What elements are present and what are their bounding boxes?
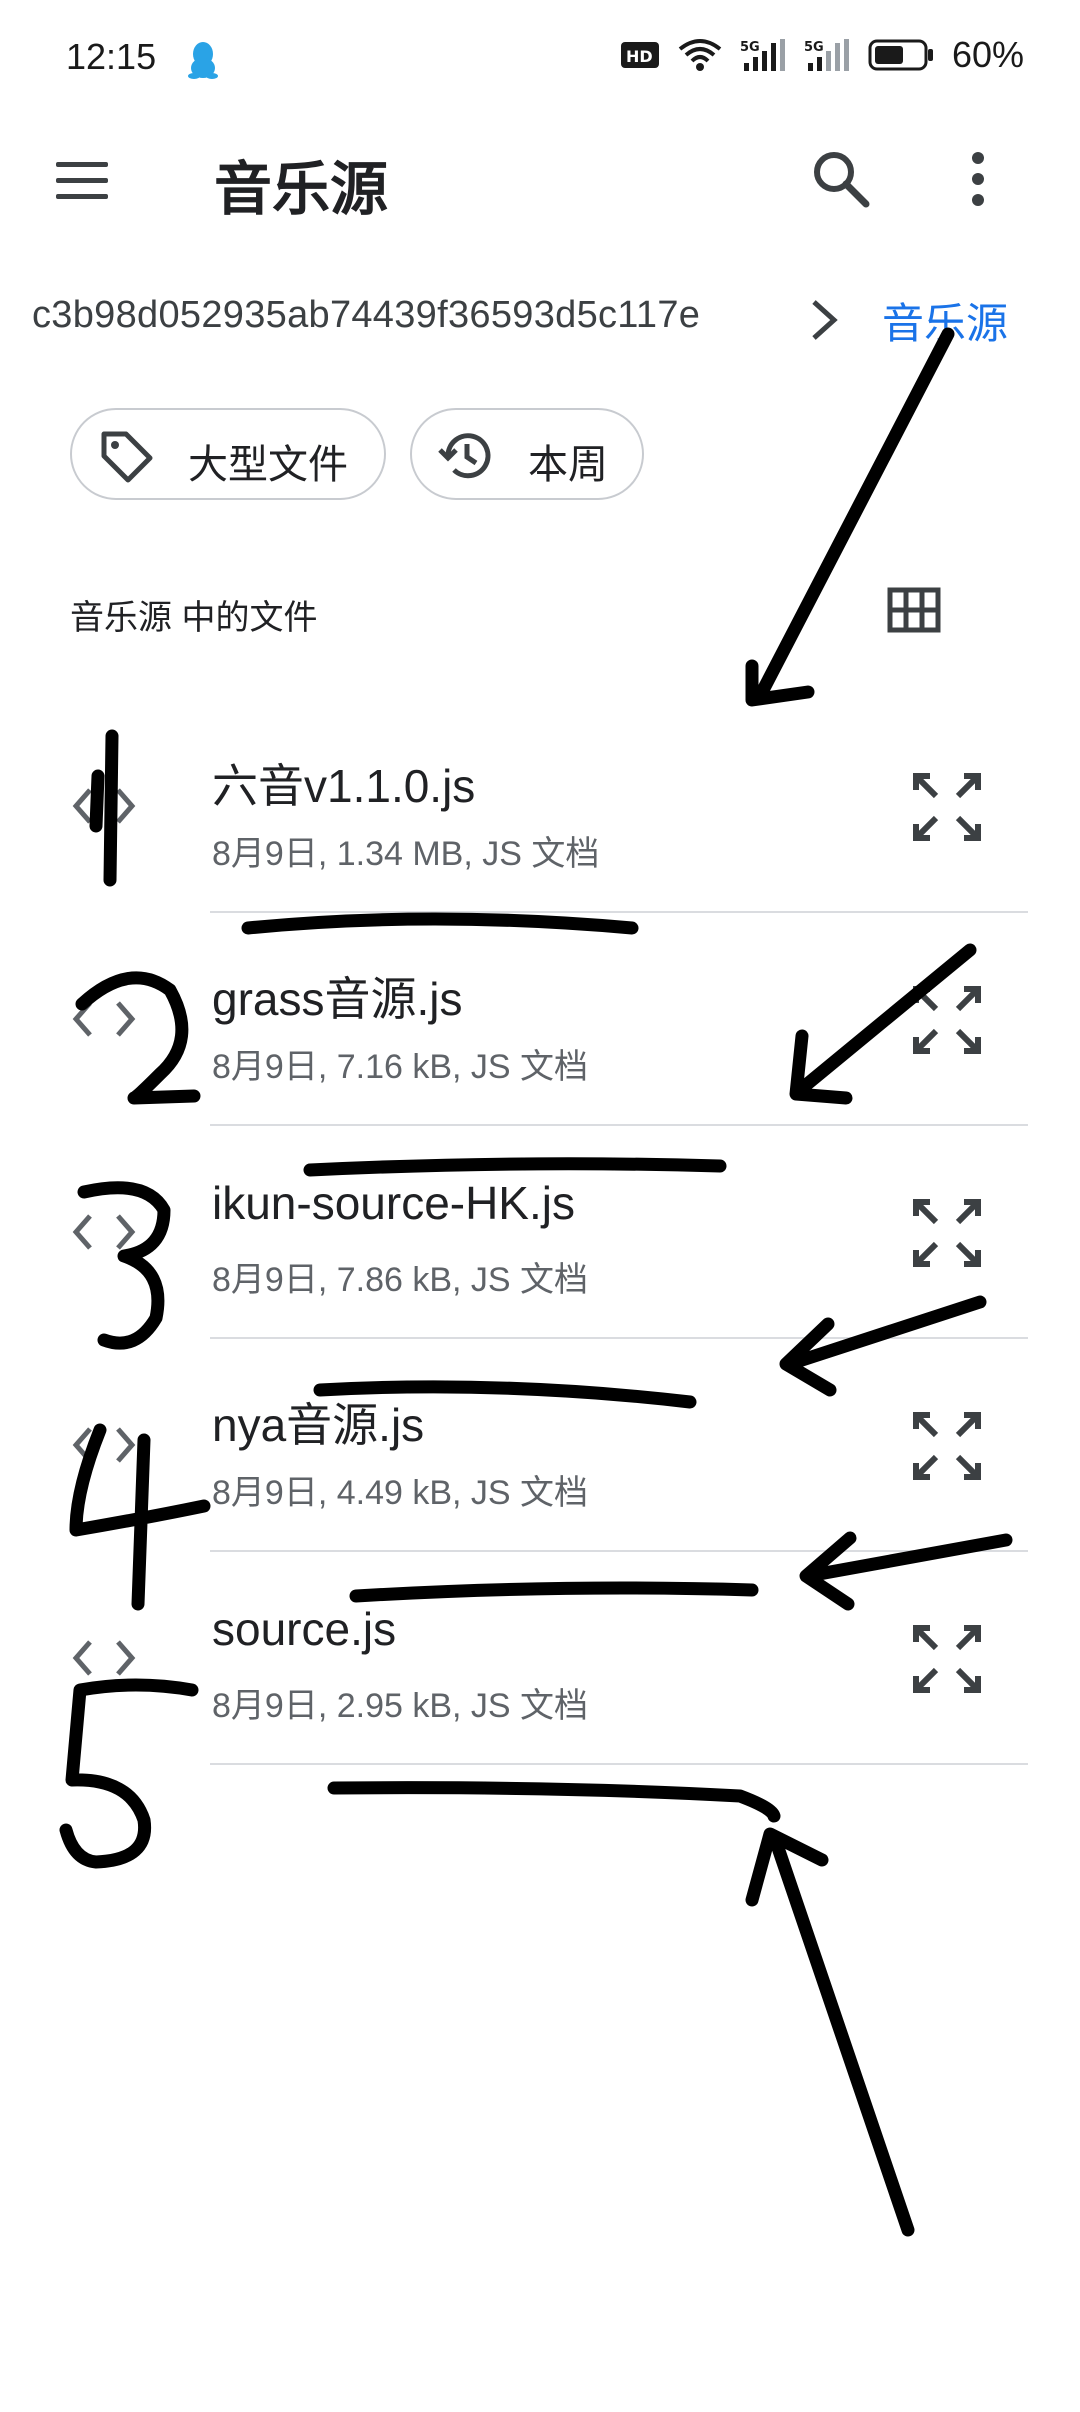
section-title: 音乐源 中的文件 [70,599,318,637]
expand-icon[interactable] [910,1409,984,1483]
file-name: nya音源.js [212,1399,425,1451]
code-icon [72,788,136,824]
file-name: 六音v1.1.0.js [212,760,476,812]
5g-signal-icon: 5G [804,39,849,71]
file-meta: 8月9日, 2.95 kB, JS 文档 [212,1687,589,1725]
grid-view-icon[interactable] [884,580,944,640]
section-header: 音乐源 中的文件 [0,580,1080,650]
expand-icon[interactable] [910,983,984,1057]
chip-large-files[interactable]: 大型文件 [70,408,386,500]
code-icon [72,1640,136,1676]
status-time: 12:15 [66,36,157,77]
file-meta: 8月9日, 1.34 MB, JS 文档 [212,835,600,873]
divider [210,1763,1028,1765]
status-bar: 12:15 HD 5G 5G 60% [0,0,1080,110]
code-icon [72,1001,136,1037]
breadcrumb-root[interactable]: c3b98d052935ab74439f36593d5c117e [32,294,700,337]
chip-label: 本周 [528,443,608,487]
file-meta: 8月9日, 7.86 kB, JS 文档 [212,1261,589,1299]
list-item[interactable]: source.js 8月9日, 2.95 kB, JS 文档 [0,1552,1080,1765]
code-icon [72,1214,136,1250]
underline-5 [327,1781,781,1823]
file-meta: 8月9日, 7.16 kB, JS 文档 [212,1048,589,1086]
list-item[interactable]: grass音源.js 8月9日, 7.16 kB, JS 文档 [0,913,1080,1126]
history-icon [438,433,491,479]
battery-icon [868,39,933,71]
file-meta: 8月9日, 4.49 kB, JS 文档 [212,1474,589,1512]
breadcrumb-current[interactable]: 音乐源 [882,290,1008,351]
expand-icon[interactable] [910,1196,984,1270]
list-item[interactable]: ikun-source-HK.js 8月9日, 7.86 kB, JS 文档 [0,1126,1080,1339]
qq-penguin-icon [188,42,218,79]
chip-this-week[interactable]: 本周 [410,408,644,500]
chevron-right-icon [812,300,838,340]
search-icon[interactable] [808,146,874,212]
more-vert-icon[interactable] [950,144,1006,214]
menu-icon[interactable] [52,150,112,210]
file-name: source.js [212,1603,397,1655]
file-name: ikun-source-HK.js [212,1177,575,1229]
page-title: 音乐源 [214,157,389,222]
breadcrumb: c3b98d052935ab74439f36593d5c117e 音乐源 [0,280,1080,360]
wifi-icon [678,39,722,71]
hd-icon: HD [620,42,659,68]
app-bar: 音乐源 [0,120,1080,240]
expand-icon[interactable] [910,1622,984,1696]
file-manager-screen: 12:15 HD 5G 5G 60% 音乐源 c3b98d052935ab744… [0,0,1080,2412]
svg-text:5G: 5G [740,40,760,55]
file-name: grass音源.js [212,973,463,1025]
code-icon [72,1427,136,1463]
expand-icon[interactable] [910,770,984,844]
svg-text:5G: 5G [804,40,824,55]
5g-signal-icon: 5G [740,39,785,71]
status-icons: HD 5G 5G 60% [620,34,1024,76]
tag-icon [101,431,153,483]
battery-percent: 60% [951,34,1024,75]
svg-text:HD: HD [626,47,653,66]
list-item[interactable]: 六音v1.1.0.js 8月9日, 1.34 MB, JS 文档 [0,700,1080,913]
chip-label: 大型文件 [188,443,348,487]
list-item[interactable]: nya音源.js 8月9日, 4.49 kB, JS 文档 [0,1339,1080,1552]
filter-chips: 大型文件 本周 [0,408,1080,504]
arrow-bottom [745,1827,915,2237]
